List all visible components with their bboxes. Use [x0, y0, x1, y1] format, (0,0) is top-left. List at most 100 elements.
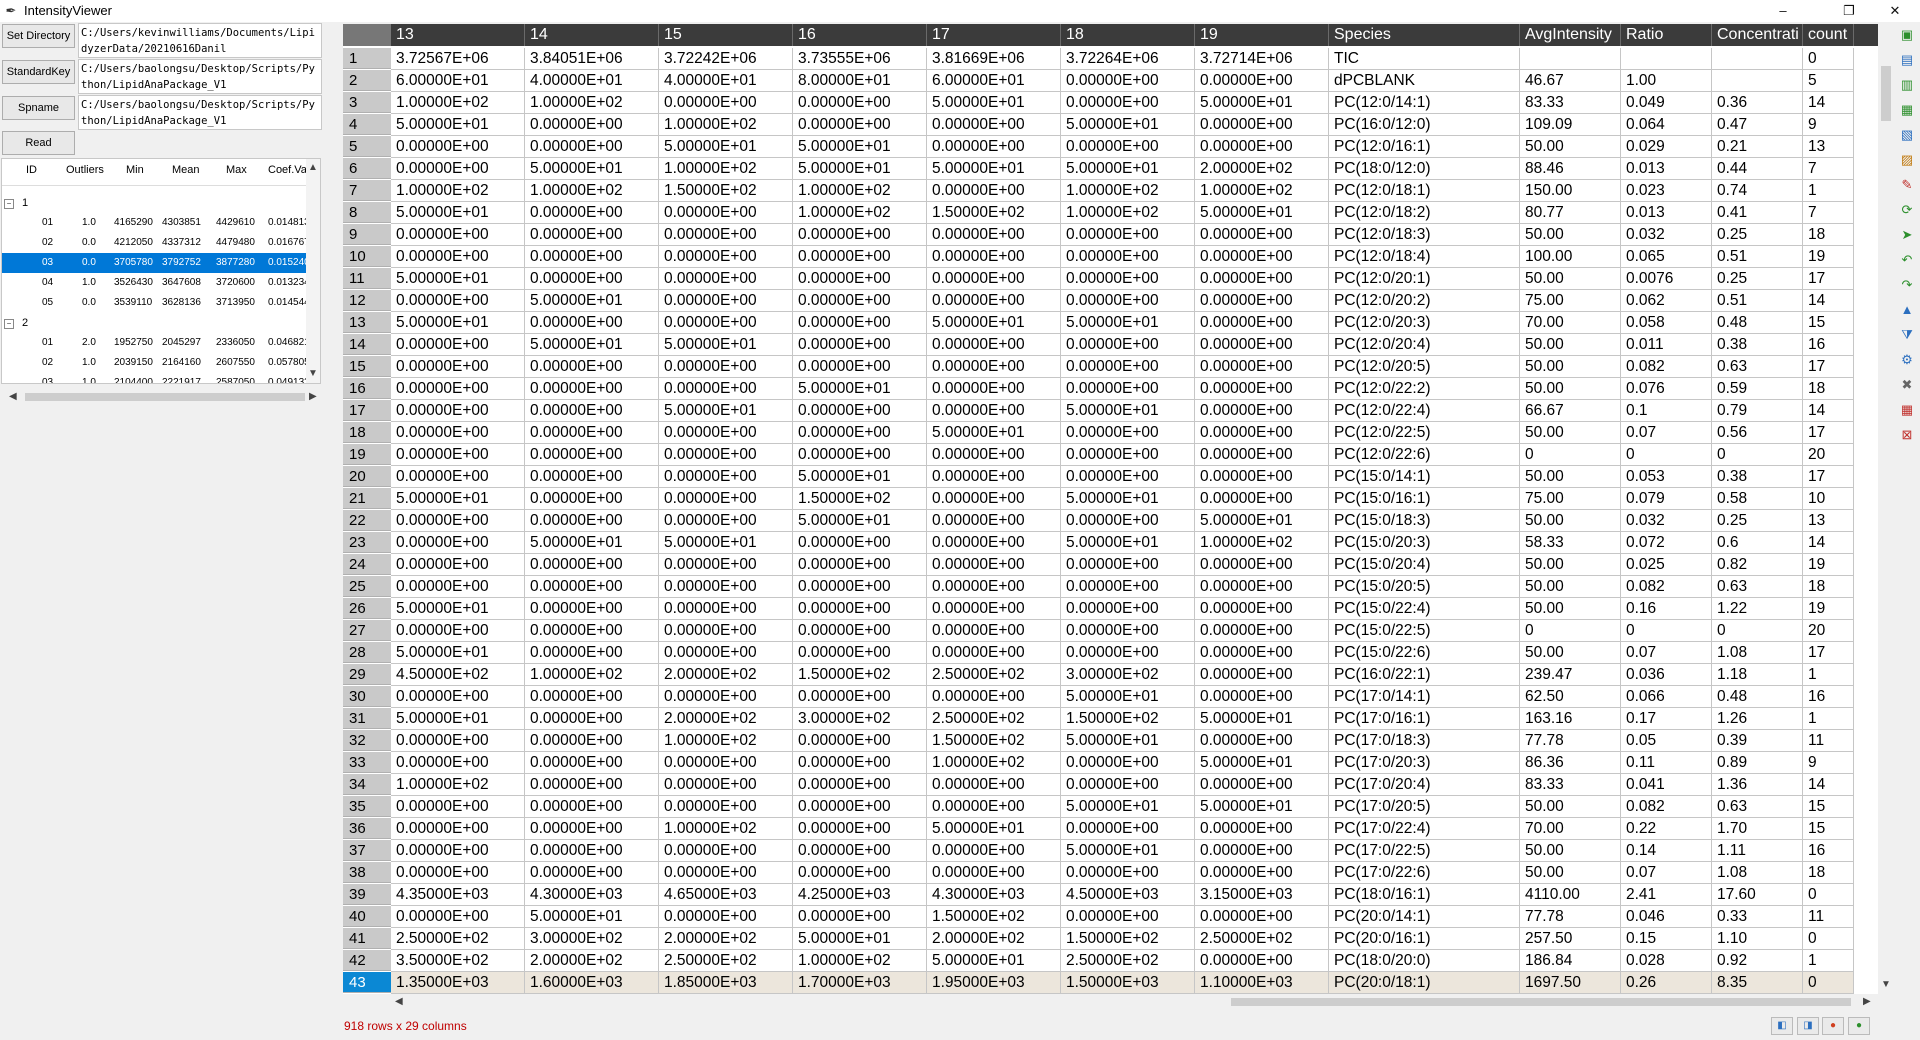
next-page-icon[interactable]: ◨: [1797, 1017, 1819, 1035]
table-cell[interactable]: 0.00000E+00: [1195, 620, 1329, 642]
row-index[interactable]: 10: [343, 246, 391, 267]
sample-tree[interactable]: ID Outliers Min Mean Max Coef.Var −1 01 1.…: [1, 158, 321, 384]
row-index[interactable]: 43: [343, 972, 391, 993]
table-cell[interactable]: 2.50000E+02: [1061, 950, 1195, 972]
table-cell[interactable]: 0.00000E+00: [793, 92, 927, 114]
spname-button[interactable]: Spname: [2, 96, 75, 120]
plot-icon[interactable]: ✎: [1898, 176, 1916, 194]
table-cell[interactable]: 0.00000E+00: [793, 796, 927, 818]
table-cell[interactable]: 0.00000E+00: [927, 642, 1061, 664]
table-cell[interactable]: 1.18: [1712, 664, 1803, 686]
row-index[interactable]: 11: [343, 268, 391, 289]
table-row[interactable]: 27 0.00000E+00 0.00000E+00 0.00000E+00 0.000…: [343, 620, 1878, 642]
table-cell[interactable]: 0.00000E+00: [1061, 774, 1195, 796]
table-cell[interactable]: 15: [1803, 818, 1854, 840]
table-cell[interactable]: 20: [1803, 444, 1854, 466]
table-cell[interactable]: 50.00: [1520, 642, 1621, 664]
table-cell[interactable]: 50.00: [1520, 576, 1621, 598]
table-cell[interactable]: PC(15:0/20:4): [1329, 554, 1520, 576]
table-cell[interactable]: 5.00000E+01: [659, 334, 793, 356]
table-cell[interactable]: 19: [1803, 246, 1854, 268]
table-cell[interactable]: 0.33: [1712, 906, 1803, 928]
table-cell[interactable]: 5.00000E+01: [659, 400, 793, 422]
table-cell[interactable]: 0.17: [1621, 708, 1712, 730]
table-cell[interactable]: 1.08: [1712, 862, 1803, 884]
row-index[interactable]: 42: [343, 950, 391, 971]
table-cell[interactable]: 5.00000E+01: [525, 290, 659, 312]
table-cell[interactable]: 0.39: [1712, 730, 1803, 752]
table-cell[interactable]: 0: [1520, 444, 1621, 466]
table-cell[interactable]: 0.00000E+00: [391, 554, 525, 576]
table-cell[interactable]: 2.50000E+02: [659, 950, 793, 972]
table-cell[interactable]: 0.058: [1621, 312, 1712, 334]
table-cell[interactable]: 0.00000E+00: [1195, 444, 1329, 466]
table-cell[interactable]: 0.44: [1712, 158, 1803, 180]
table-cell[interactable]: 77.78: [1520, 730, 1621, 752]
table-cell[interactable]: 0.00000E+00: [1061, 818, 1195, 840]
row-index[interactable]: 8: [343, 202, 391, 223]
table-cell[interactable]: PC(12:0/22:4): [1329, 400, 1520, 422]
close-icon[interactable]: ⊠: [1898, 426, 1916, 444]
collapse-icon[interactable]: −: [4, 199, 14, 209]
table-cell[interactable]: 5.00000E+01: [391, 202, 525, 224]
table-cell[interactable]: 3.81669E+06: [927, 48, 1061, 70]
table-cell[interactable]: 0.00000E+00: [1195, 136, 1329, 158]
table-row[interactable]: 32 0.00000E+00 0.00000E+00 1.00000E+02 0.000…: [343, 730, 1878, 752]
row-index[interactable]: 17: [343, 400, 391, 421]
table-cell[interactable]: PC(15:0/22:5): [1329, 620, 1520, 642]
row-index[interactable]: 14: [343, 334, 391, 355]
table-cell[interactable]: 0.00000E+00: [525, 466, 659, 488]
table-cell[interactable]: 5.00000E+01: [1195, 752, 1329, 774]
table-cell[interactable]: 0: [1520, 620, 1621, 642]
table-cell[interactable]: 3.00000E+02: [1061, 664, 1195, 686]
table-cell[interactable]: 0.00000E+00: [391, 158, 525, 180]
table-row[interactable]: 1 3.72567E+06 3.84051E+06 3.72242E+06 3.7355…: [343, 48, 1878, 70]
table-cell[interactable]: 0.00000E+00: [1195, 818, 1329, 840]
table-cell[interactable]: 19: [1803, 598, 1854, 620]
table-cell[interactable]: 0.029: [1621, 136, 1712, 158]
scroll-left-icon[interactable]: ◀: [395, 995, 403, 1009]
table-cell[interactable]: 0.00000E+00: [1061, 92, 1195, 114]
table-cell[interactable]: 0.59: [1712, 378, 1803, 400]
table-cell[interactable]: 5.00000E+01: [927, 312, 1061, 334]
table-cell[interactable]: 150.00: [1520, 180, 1621, 202]
table-cell[interactable]: 75.00: [1520, 488, 1621, 510]
table-cell[interactable]: 0.00000E+00: [1195, 466, 1329, 488]
table-cell[interactable]: 0.00000E+00: [1061, 752, 1195, 774]
table-cell[interactable]: 0.00000E+00: [927, 180, 1061, 202]
table-cell[interactable]: 10: [1803, 488, 1854, 510]
table-cell[interactable]: 0.00000E+00: [659, 92, 793, 114]
table-cell[interactable]: 0.6: [1712, 532, 1803, 554]
table-row[interactable]: 2 6.00000E+01 4.00000E+01 4.00000E+01 8.0000…: [343, 70, 1878, 92]
table-cell[interactable]: 14: [1803, 400, 1854, 422]
table-cell[interactable]: 0.00000E+00: [525, 796, 659, 818]
table-row[interactable]: 20 0.00000E+00 0.00000E+00 0.00000E+00 5.000…: [343, 466, 1878, 488]
table-cell[interactable]: 0.046: [1621, 906, 1712, 928]
table-cell[interactable]: 0.00000E+00: [793, 224, 927, 246]
table-cell[interactable]: 70.00: [1520, 312, 1621, 334]
table-cell[interactable]: 0.00000E+00: [1061, 466, 1195, 488]
table-cell[interactable]: PC(15:0/20:3): [1329, 532, 1520, 554]
table-cell[interactable]: 0.00000E+00: [1195, 488, 1329, 510]
table-cell[interactable]: 50.00: [1520, 554, 1621, 576]
table-cell[interactable]: 1.60000E+03: [525, 972, 659, 994]
settings-icon[interactable]: ⚙: [1898, 351, 1916, 369]
table-cell[interactable]: 1.11: [1712, 840, 1803, 862]
table-cell[interactable]: 0.63: [1712, 356, 1803, 378]
table-cell[interactable]: PC(20:0/14:1): [1329, 906, 1520, 928]
tree-col-mean[interactable]: Mean: [172, 164, 200, 176]
table-cell[interactable]: 5.00000E+01: [1061, 312, 1195, 334]
row-index[interactable]: 15: [343, 356, 391, 377]
table-cell[interactable]: 4.00000E+01: [659, 70, 793, 92]
table-cell[interactable]: 186.84: [1520, 950, 1621, 972]
scroll-up-icon[interactable]: ▲: [308, 161, 318, 175]
table-cell[interactable]: 2.00000E+02: [927, 928, 1061, 950]
table-cell[interactable]: 3.84051E+06: [525, 48, 659, 70]
table-row[interactable]: 23 0.00000E+00 5.00000E+01 5.00000E+01 0.000…: [343, 532, 1878, 554]
table-cell[interactable]: 5.00000E+01: [927, 818, 1061, 840]
table-cell[interactable]: 5.00000E+01: [927, 158, 1061, 180]
row-index[interactable]: 5: [343, 136, 391, 157]
row-index[interactable]: 21: [343, 488, 391, 509]
table-cell[interactable]: 0.00000E+00: [927, 686, 1061, 708]
row-index[interactable]: 7: [343, 180, 391, 201]
